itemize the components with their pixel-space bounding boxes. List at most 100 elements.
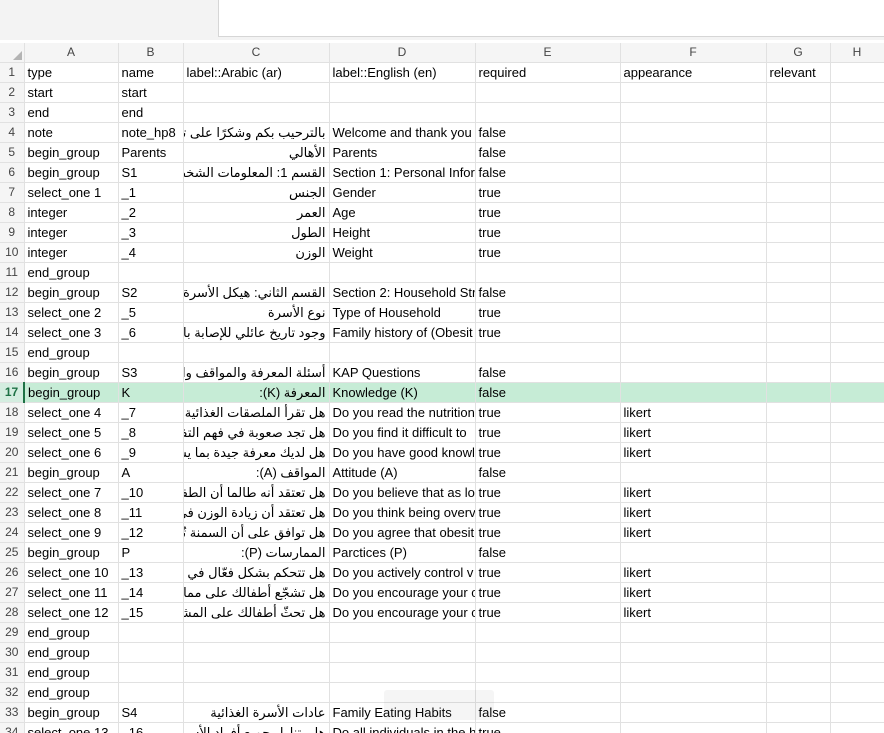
cell-h27[interactable]	[830, 582, 884, 603]
row-header[interactable]: 22	[0, 482, 25, 503]
cell-a33[interactable]: begin_group	[24, 702, 119, 723]
cell-a30[interactable]: end_group	[24, 642, 119, 663]
cell-e12[interactable]: false	[475, 282, 621, 303]
cell-g3[interactable]	[766, 102, 831, 123]
cell-f27[interactable]: likert	[620, 582, 767, 603]
cell-e23[interactable]: true	[475, 502, 621, 523]
cell-a25[interactable]: begin_group	[24, 542, 119, 563]
cell-d26[interactable]: Do you actively control v	[329, 562, 476, 583]
cell-b17[interactable]: K	[118, 382, 184, 403]
column-header-g[interactable]: G	[766, 43, 831, 63]
row-header[interactable]: 32	[0, 682, 25, 703]
cell-g17[interactable]	[766, 382, 831, 403]
cell-g24[interactable]	[766, 522, 831, 543]
cell-d16[interactable]: KAP Questions	[329, 362, 476, 383]
cell-f22[interactable]: likert	[620, 482, 767, 503]
cell-c29[interactable]	[183, 622, 330, 643]
row-header[interactable]: 33	[0, 702, 25, 723]
cell-f19[interactable]: likert	[620, 422, 767, 443]
cell-b7[interactable]: _1	[118, 182, 184, 203]
cell-e33[interactable]: false	[475, 702, 621, 723]
cell-c18[interactable]: هل تقرأ الملصقات الغذائية على	[183, 402, 330, 423]
cell-b31[interactable]	[118, 662, 184, 683]
row-header[interactable]: 29	[0, 622, 25, 643]
cell-f8[interactable]	[620, 202, 767, 223]
cell-b34[interactable]: _16	[118, 722, 184, 733]
cell-a23[interactable]: select_one 8	[24, 502, 119, 523]
row-header[interactable]: 8	[0, 202, 25, 223]
cell-b23[interactable]: _11	[118, 502, 184, 523]
cell-b21[interactable]: A	[118, 462, 184, 483]
cell-b27[interactable]: _14	[118, 582, 184, 603]
cell-c34[interactable]: هل يتناول جميع أفراد الأسرة ط	[183, 722, 330, 733]
cell-h13[interactable]	[830, 302, 884, 323]
select-all-corner[interactable]	[0, 43, 25, 63]
cell-f18[interactable]: likert	[620, 402, 767, 423]
cell-h25[interactable]	[830, 542, 884, 563]
cell-f10[interactable]	[620, 242, 767, 263]
cell-c16[interactable]: أسئلة المعرفة والمواقف والممار	[183, 362, 330, 383]
cell-g12[interactable]	[766, 282, 831, 303]
cell-g19[interactable]	[766, 422, 831, 443]
cell-a26[interactable]: select_one 10	[24, 562, 119, 583]
cell-d15[interactable]	[329, 342, 476, 363]
cell-g14[interactable]	[766, 322, 831, 343]
row-header[interactable]: 4	[0, 122, 25, 143]
cell-f32[interactable]	[620, 682, 767, 703]
cell-f5[interactable]	[620, 142, 767, 163]
cell-a15[interactable]: end_group	[24, 342, 119, 363]
cell-a2[interactable]: start	[24, 82, 119, 103]
cell-e18[interactable]: true	[475, 402, 621, 423]
cell-f4[interactable]	[620, 122, 767, 143]
cell-e27[interactable]: true	[475, 582, 621, 603]
cell-e7[interactable]: true	[475, 182, 621, 203]
cell-a8[interactable]: integer	[24, 202, 119, 223]
cell-b3[interactable]: end	[118, 102, 184, 123]
cell-g9[interactable]	[766, 222, 831, 243]
cell-g1[interactable]: relevant	[766, 62, 831, 83]
row-header[interactable]: 16	[0, 362, 25, 383]
cell-e32[interactable]	[475, 682, 621, 703]
cell-h31[interactable]	[830, 662, 884, 683]
cell-e30[interactable]	[475, 642, 621, 663]
cell-f31[interactable]	[620, 662, 767, 683]
cell-d30[interactable]	[329, 642, 476, 663]
cell-e20[interactable]: true	[475, 442, 621, 463]
cell-c15[interactable]	[183, 342, 330, 363]
cell-d23[interactable]: Do you think being overv	[329, 502, 476, 523]
cell-b8[interactable]: _2	[118, 202, 184, 223]
cell-h12[interactable]	[830, 282, 884, 303]
cell-c12[interactable]: القسم الثاني: هيكل الأسرة	[183, 282, 330, 303]
cell-d21[interactable]: Attitude (A)	[329, 462, 476, 483]
cell-a16[interactable]: begin_group	[24, 362, 119, 383]
cell-f28[interactable]: likert	[620, 602, 767, 623]
cell-d4[interactable]: Welcome and thank you	[329, 122, 476, 143]
cell-c2[interactable]	[183, 82, 330, 103]
row-header[interactable]: 2	[0, 82, 25, 103]
cell-d13[interactable]: Type of Household	[329, 302, 476, 323]
cell-h11[interactable]	[830, 262, 884, 283]
cell-d10[interactable]: Weight	[329, 242, 476, 263]
column-header-f[interactable]: F	[620, 43, 767, 63]
cell-e29[interactable]	[475, 622, 621, 643]
cell-g13[interactable]	[766, 302, 831, 323]
row-header[interactable]: 26	[0, 562, 25, 583]
cell-a9[interactable]: integer	[24, 222, 119, 243]
cell-b12[interactable]: S2	[118, 282, 184, 303]
cell-e1[interactable]: required	[475, 62, 621, 83]
cell-h14[interactable]	[830, 322, 884, 343]
cell-f26[interactable]: likert	[620, 562, 767, 583]
cell-h8[interactable]	[830, 202, 884, 223]
cell-f1[interactable]: appearance	[620, 62, 767, 83]
row-header[interactable]: 14	[0, 322, 25, 343]
cell-f15[interactable]	[620, 342, 767, 363]
cell-a17[interactable]: begin_group	[24, 382, 119, 403]
cell-g30[interactable]	[766, 642, 831, 663]
cell-c17[interactable]: المعرفة (K):	[183, 382, 330, 403]
cell-c9[interactable]: الطول	[183, 222, 330, 243]
row-header[interactable]: 11	[0, 262, 25, 283]
cell-d9[interactable]: Height	[329, 222, 476, 243]
cell-f24[interactable]: likert	[620, 522, 767, 543]
cell-c4[interactable]: بالترحيب بكم وشكرًا على تخصي	[183, 122, 330, 143]
cell-e19[interactable]: true	[475, 422, 621, 443]
